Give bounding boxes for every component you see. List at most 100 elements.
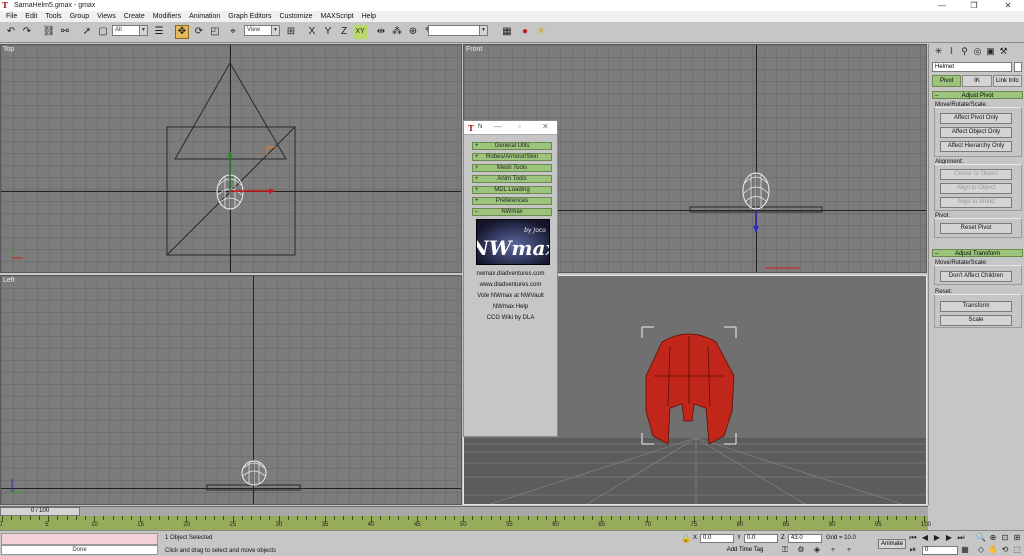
tab-pivot[interactable]: Pivot: [932, 75, 962, 87]
rollout-anim-tools[interactable]: + Anim Tools: [472, 175, 552, 183]
select-scale-icon[interactable]: ◰: [208, 25, 222, 39]
key-mode-icon[interactable]: ⚬: [828, 545, 838, 555]
rollout-mdl-loading[interactable]: + MDL Loading: [472, 186, 552, 194]
render-icon[interactable]: ☀: [534, 25, 548, 39]
trackbar[interactable]: 0 5 10 15 20 25 30 35 40 45 50 55 60 65 70 75 80 85 90 95 10…: [0, 516, 931, 530]
next-frame-icon[interactable]: ▶: [944, 533, 954, 543]
play-icon[interactable]: ▶: [932, 533, 942, 543]
unlink-icon[interactable]: ⚯: [58, 25, 72, 39]
dont-affect-children-button[interactable]: Don't Affect Children: [940, 271, 1012, 282]
time-config-icon[interactable]: ▦: [960, 545, 970, 555]
restrict-x-icon[interactable]: X: [305, 25, 319, 39]
affect-object-only-button[interactable]: Affect Object Only: [940, 127, 1012, 138]
viewport-left[interactable]: Left: [0, 275, 462, 505]
viewport-top[interactable]: Top: [0, 44, 462, 273]
display-tab-icon[interactable]: ▣: [985, 46, 996, 57]
tab-link-info[interactable]: Link Info: [992, 75, 1022, 87]
animate-button[interactable]: Animate: [878, 539, 906, 549]
arc-rotate-icon[interactable]: ⟲: [1000, 545, 1010, 555]
lock-selection-icon[interactable]: 🔒: [681, 534, 691, 544]
nwmax-panel-header[interactable]: T N — ▫ ✕: [464, 121, 557, 135]
link-ccg-wiki[interactable]: CCG Wiki by DLA: [464, 315, 557, 321]
link-vote-nwvault[interactable]: Vote NWmax at NWVault: [464, 293, 557, 299]
restrict-xy-button[interactable]: XY: [353, 25, 367, 39]
minimize-button[interactable]: —: [930, 0, 954, 11]
array-icon[interactable]: ⁂: [390, 25, 404, 39]
motion-tab-icon[interactable]: ◎: [972, 46, 983, 57]
tab-ik[interactable]: IK: [962, 75, 992, 87]
menu-tools[interactable]: Tools: [41, 11, 65, 22]
x-coordinate-field[interactable]: 0.0: [700, 534, 734, 543]
modify-tab-icon[interactable]: ⌇: [946, 46, 957, 57]
zoom-extents-icon[interactable]: ⊡: [1000, 533, 1010, 543]
rollout-nwmax[interactable]: – NWmax: [472, 208, 552, 216]
time-slider[interactable]: 0 / 100: [0, 506, 928, 516]
adjust-pivot-rollout[interactable]: – Adjust Pivot: [932, 91, 1023, 99]
select-object-icon[interactable]: ➚: [80, 25, 94, 39]
current-frame-field[interactable]: 0: [922, 546, 958, 555]
align-to-world-button[interactable]: Align to World: [940, 197, 1012, 208]
named-selection-dropdown[interactable]: ▼: [428, 25, 488, 36]
rollout-preferences[interactable]: + Preferences: [472, 197, 552, 205]
previous-frame-icon[interactable]: ◀: [920, 533, 930, 543]
material-editor-icon[interactable]: ●: [518, 25, 532, 39]
maximize-viewport-icon[interactable]: ⬚: [1012, 545, 1022, 555]
transform-button[interactable]: Transform: [940, 301, 1012, 312]
set-key-icon[interactable]: ◈: [812, 545, 822, 555]
center-to-object-button[interactable]: Center to Object: [940, 169, 1012, 180]
menu-animation[interactable]: Animation: [185, 11, 224, 22]
pivot-center-icon[interactable]: ⊞: [284, 25, 298, 39]
select-rotate-icon[interactable]: ⟳: [192, 25, 206, 39]
object-name-field[interactable]: Helmet: [932, 62, 1012, 72]
rollout-mesh-tools[interactable]: + Mesh Tools: [472, 164, 552, 172]
z-coordinate-field[interactable]: 43.0: [788, 534, 822, 543]
zoom-extents-all-icon[interactable]: ⊞: [1012, 533, 1022, 543]
select-move-icon[interactable]: ✥: [175, 25, 189, 39]
filter-icon[interactable]: ⚙: [796, 545, 806, 555]
rollout-general-utils[interactable]: + General Utils: [472, 142, 552, 150]
select-region-icon[interactable]: ▢: [96, 25, 110, 39]
key-mode-toggle-icon[interactable]: ⏯: [908, 545, 918, 555]
zoom-icon[interactable]: 🔍: [976, 533, 986, 543]
adjust-transform-rollout[interactable]: – Adjust Transform: [932, 249, 1023, 257]
menu-create[interactable]: Create: [120, 11, 149, 22]
time-slider-handle[interactable]: 0 / 100: [0, 507, 80, 516]
mirror-icon[interactable]: ⇹: [374, 25, 388, 39]
rollout-robes-armour-skin[interactable]: + Robes/Armour/Skin: [472, 153, 552, 161]
menu-help[interactable]: Help: [358, 11, 380, 22]
minimize-icon[interactable]: —: [494, 122, 502, 131]
reset-pivot-button[interactable]: Reset Pivot: [940, 223, 1012, 234]
redo-icon[interactable]: ↷: [20, 25, 34, 39]
align-to-object-button[interactable]: Align to Object: [940, 183, 1012, 194]
select-by-name-icon[interactable]: ☰: [152, 25, 166, 39]
menu-maxscript[interactable]: MAXScript: [317, 11, 358, 22]
restrict-z-icon[interactable]: Z: [337, 25, 351, 39]
restrict-y-icon[interactable]: Y: [321, 25, 335, 39]
hierarchy-tab-icon[interactable]: ⚲: [959, 46, 970, 57]
go-to-end-icon[interactable]: ⏭: [956, 533, 966, 543]
selection-filter-dropdown[interactable]: All ▼: [112, 25, 148, 36]
maximize-button[interactable]: ❐: [962, 0, 986, 11]
link-dladventures[interactable]: www.dladventures.com: [464, 282, 557, 288]
menu-modifiers[interactable]: Modifiers: [149, 11, 185, 22]
key-icon[interactable]: ⚿: [780, 545, 790, 555]
zoom-all-icon[interactable]: ⊕: [988, 533, 998, 543]
align-icon[interactable]: ⊕: [406, 25, 420, 39]
menu-views[interactable]: Views: [93, 11, 120, 22]
link-nwmax-site[interactable]: nwmax.dladventures.com: [464, 271, 557, 277]
track-view-icon[interactable]: ▦: [500, 25, 514, 39]
snap-icon[interactable]: ⌖: [226, 25, 240, 39]
maximize-icon[interactable]: ▫: [518, 122, 521, 131]
reference-coord-dropdown[interactable]: View ▼: [244, 25, 280, 36]
menu-edit[interactable]: Edit: [21, 11, 41, 22]
maxscript-listener-mini[interactable]: [1, 533, 158, 545]
affect-hierarchy-only-button[interactable]: Affect Hierarchy Only: [940, 141, 1012, 152]
link-nwmax-help[interactable]: NWmax Help: [464, 304, 557, 310]
object-color-swatch[interactable]: [1014, 62, 1022, 72]
scale-button[interactable]: Scale: [940, 315, 1012, 326]
tangent-icon[interactable]: ⚬: [844, 545, 854, 555]
y-coordinate-field[interactable]: 0.0: [744, 534, 778, 543]
add-time-tag-button[interactable]: Add Time Tag: [724, 546, 766, 556]
utilities-tab-icon[interactable]: ⚒: [998, 46, 1009, 57]
menu-graph-editors[interactable]: Graph Editors: [224, 11, 275, 22]
